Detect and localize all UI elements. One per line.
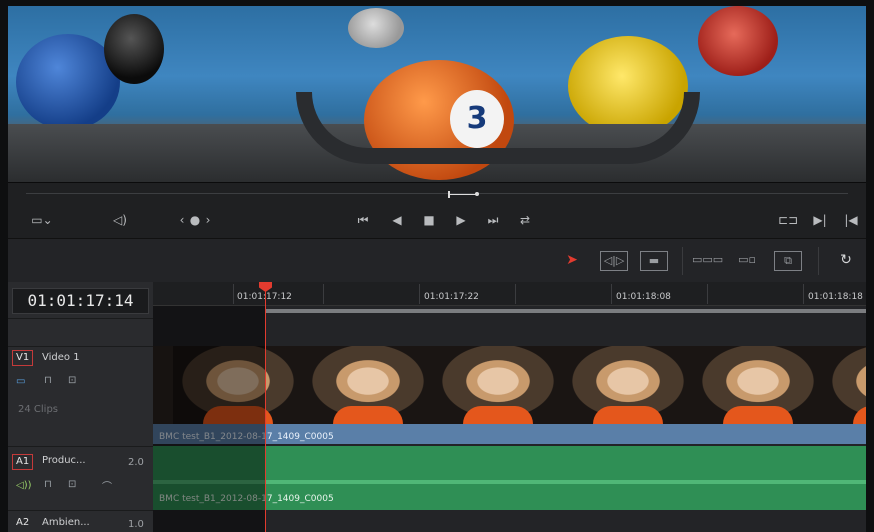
skip-forward-icon[interactable]: ⏭	[484, 213, 502, 227]
play-icon[interactable]: ▶	[452, 213, 470, 227]
ruler-label: 01:01:18:08	[616, 292, 671, 302]
blade-tool-icon[interactable]: ▬	[640, 251, 668, 271]
ruler-tick	[515, 284, 516, 304]
red-ball	[698, 6, 778, 76]
ruler-tick	[233, 284, 234, 304]
white-ball	[348, 8, 404, 48]
clip-count: 24 Clips	[18, 404, 58, 415]
snapping-icon[interactable]: ↻	[834, 251, 858, 269]
thumbnail	[693, 346, 825, 424]
row-divider	[8, 510, 153, 511]
track-headers: 01:01:17:14 V1 Video 1 ▭ ⊓ ⊡ 24 Clips A1…	[8, 282, 153, 532]
go-in-icon[interactable]: ▶|	[813, 213, 827, 227]
track-level-a2: 1.0	[128, 519, 144, 530]
loop-region-icon[interactable]: ⊏⊐	[778, 213, 798, 227]
pre-playhead-dim	[153, 306, 265, 532]
skip-back-icon[interactable]: ⏮	[354, 213, 372, 227]
timecode-display[interactable]: 01:01:17:14	[12, 288, 149, 314]
track-badge-v1[interactable]: V1	[12, 350, 34, 366]
next-edit-icon[interactable]: ›	[202, 213, 214, 227]
insert-clip-icon[interactable]: ▭▭▭	[692, 251, 723, 269]
track-name-v1[interactable]: Video 1	[42, 352, 80, 363]
row-divider	[8, 446, 153, 447]
lock-icon[interactable]: ⊓	[44, 375, 52, 386]
curve-icon[interactable]: ⌒	[102, 478, 112, 493]
ruler-tick	[611, 284, 612, 304]
speaker-icon[interactable]: ◁)	[110, 213, 130, 227]
monitor-icon[interactable]: ▭⌄	[28, 213, 56, 227]
auto-select-icon[interactable]: ⊡	[68, 375, 76, 386]
playhead[interactable]	[265, 282, 266, 532]
transport-bar: ▭⌄ ◁) ‹ ● › ⏮ ◀ ■ ▶ ⏭ ⇄ ⊏⊐ ▶| |◀	[8, 182, 866, 238]
row-divider	[8, 318, 153, 319]
ruler-label: 01:01:18:18	[808, 292, 863, 302]
track-badge-a1[interactable]: A1	[12, 454, 34, 470]
ruler-tick	[707, 284, 708, 304]
monitor-track-icon[interactable]: ▭	[16, 376, 25, 387]
timeline[interactable]: 01:01:17:12 01:01:17:22 01:01:18:08 01:0…	[153, 282, 866, 532]
lock-icon[interactable]: ⊓	[44, 479, 52, 490]
pocket-rim	[296, 92, 700, 164]
ruler-tick	[419, 284, 420, 304]
selection-tool-icon[interactable]: ➤	[560, 251, 584, 269]
overwrite-clip-icon[interactable]: ▭▫	[736, 251, 758, 269]
thumbnail	[433, 346, 565, 424]
edit-toolbar: ➤ ◁|▷ ▬ ▭▭▭ ▭▫ ⧉ ↻	[8, 238, 866, 282]
ruler-label: 01:01:17:22	[424, 292, 479, 302]
ruler-tick	[803, 284, 804, 304]
go-out-icon[interactable]: |◀	[844, 213, 858, 227]
ruler-tick	[323, 284, 324, 304]
prev-edit-icon[interactable]: ‹	[176, 213, 188, 227]
track-name-a1[interactable]: Produc...	[42, 455, 86, 466]
track-name-a2[interactable]: Ambien...	[42, 517, 90, 528]
row-divider	[8, 346, 153, 347]
ruler-range-bar	[265, 309, 866, 313]
thumbnail	[563, 346, 695, 424]
thumbnail	[303, 346, 435, 424]
viewer: 3	[8, 6, 866, 182]
stop-icon[interactable]: ■	[420, 213, 438, 227]
trim-tool-icon[interactable]: ◁|▷	[600, 251, 628, 271]
toolbar-divider	[818, 247, 819, 275]
track-badge-a2[interactable]: A2	[12, 515, 33, 531]
track-level-a1: 2.0	[128, 457, 144, 468]
replace-clip-icon[interactable]: ⧉	[774, 251, 802, 271]
auto-select-icon[interactable]: ⊡	[68, 479, 76, 490]
dot-icon[interactable]: ●	[189, 213, 201, 227]
loop-icon[interactable]: ⇄	[516, 213, 534, 227]
audio-speaker-icon[interactable]: ◁))	[16, 480, 32, 491]
toolbar-divider	[682, 247, 683, 275]
jog-handle[interactable]	[448, 189, 479, 198]
black-ball	[104, 14, 164, 84]
step-back-icon[interactable]: ◀	[388, 213, 406, 227]
scrubber-track[interactable]	[26, 193, 848, 194]
thumbnail	[823, 346, 866, 424]
